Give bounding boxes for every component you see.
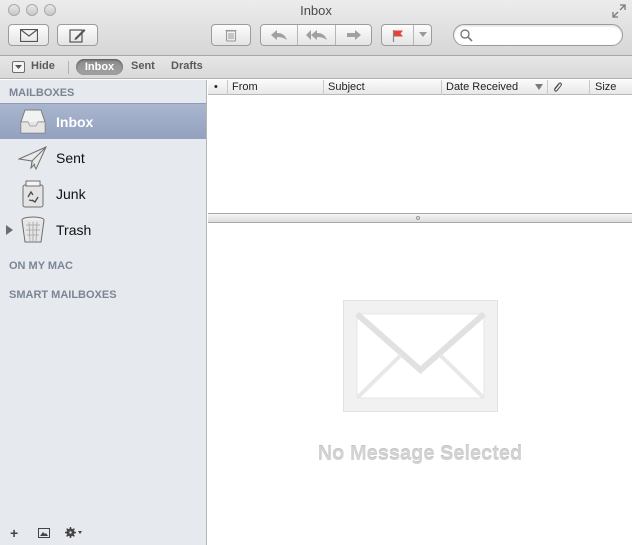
favorite-drafts-button[interactable]: Drafts (171, 60, 203, 72)
reply-all-icon (305, 30, 327, 40)
sidebar-item-junk[interactable]: Junk (0, 176, 206, 212)
sidebar-item-label: Trash (56, 222, 92, 238)
column-date-received-label: Date Received (446, 81, 519, 93)
column-date-received[interactable]: Date Received (442, 80, 548, 95)
flag-icon (392, 29, 403, 42)
fullscreen-icon[interactable] (612, 4, 626, 18)
compose-icon (69, 28, 86, 43)
sort-descending-icon (535, 84, 543, 90)
flag-menu-button[interactable] (381, 24, 432, 46)
section-header-mailboxes[interactable]: MAILBOXES (9, 87, 74, 99)
reply-all-button[interactable] (298, 25, 336, 45)
section-header-smart-mailboxes[interactable]: SMART MAILBOXES (9, 289, 117, 301)
gear-icon[interactable] (65, 527, 83, 538)
paperclip-icon (554, 82, 562, 92)
column-from[interactable]: From (228, 80, 324, 95)
column-size[interactable]: Size (590, 80, 632, 95)
paper-plane-icon (18, 146, 47, 171)
delete-button[interactable] (211, 24, 251, 46)
no-message-selected-text: No Message Selected (317, 443, 523, 465)
favorites-separator (68, 61, 69, 74)
column-attachment[interactable] (548, 80, 590, 95)
photo-browser-icon[interactable] (38, 528, 50, 538)
add-mailbox-button[interactable]: + (10, 525, 18, 541)
message-list[interactable] (208, 96, 632, 213)
sidebar-item-label: Sent (56, 150, 85, 166)
window-titlebar: Inbox (0, 0, 632, 56)
sidebar-footer: + (0, 521, 206, 545)
message-list-header: • From Subject Date Received Size (208, 80, 632, 95)
forward-button[interactable] (336, 25, 371, 45)
message-preview-pane: No Message Selected (208, 224, 632, 545)
search-input[interactable] (476, 28, 616, 42)
favorite-sent-button[interactable]: Sent (131, 60, 155, 72)
flag-button[interactable] (382, 25, 414, 45)
trash-icon (225, 29, 237, 42)
flag-dropdown-button[interactable] (414, 25, 431, 45)
reply-icon (271, 30, 287, 40)
trash-can-icon (21, 216, 45, 243)
sidebar-item-label: Inbox (56, 114, 94, 130)
reply-segmented-control (260, 24, 372, 46)
split-view-divider[interactable] (208, 213, 632, 223)
window-title: Inbox (300, 3, 332, 18)
section-header-on-my-mac[interactable]: ON MY MAC (9, 260, 73, 272)
hide-mailboxes-icon[interactable] (12, 61, 25, 73)
favorite-inbox-button[interactable]: Inbox (76, 59, 123, 75)
divider-handle-icon[interactable] (416, 216, 420, 220)
get-mail-button[interactable] (8, 24, 49, 46)
unread-column-header[interactable]: • (208, 80, 228, 95)
envelope-icon (19, 28, 38, 42)
favorites-bar: Hide Inbox Sent Drafts (0, 56, 632, 79)
inbox-icon (20, 109, 46, 134)
search-field[interactable] (453, 24, 623, 46)
envelope-large-icon (343, 300, 498, 412)
forward-icon (346, 30, 361, 40)
hide-mailboxes-button[interactable]: Hide (31, 60, 55, 72)
sidebar-item-trash[interactable]: Trash (0, 212, 206, 248)
chevron-down-icon (418, 32, 427, 37)
reply-button[interactable] (261, 25, 298, 45)
mailbox-sidebar: MAILBOXES Inbox Sent Junk Trash ON MY MA… (0, 80, 207, 545)
search-icon (460, 29, 473, 42)
sidebar-item-sent[interactable]: Sent (0, 140, 206, 176)
sidebar-item-inbox[interactable]: Inbox (0, 103, 206, 139)
sidebar-item-label: Junk (56, 186, 86, 202)
disclosure-triangle-icon[interactable] (6, 225, 13, 235)
column-subject[interactable]: Subject (324, 80, 442, 95)
junk-bin-icon (22, 180, 44, 208)
compose-button[interactable] (57, 24, 98, 46)
